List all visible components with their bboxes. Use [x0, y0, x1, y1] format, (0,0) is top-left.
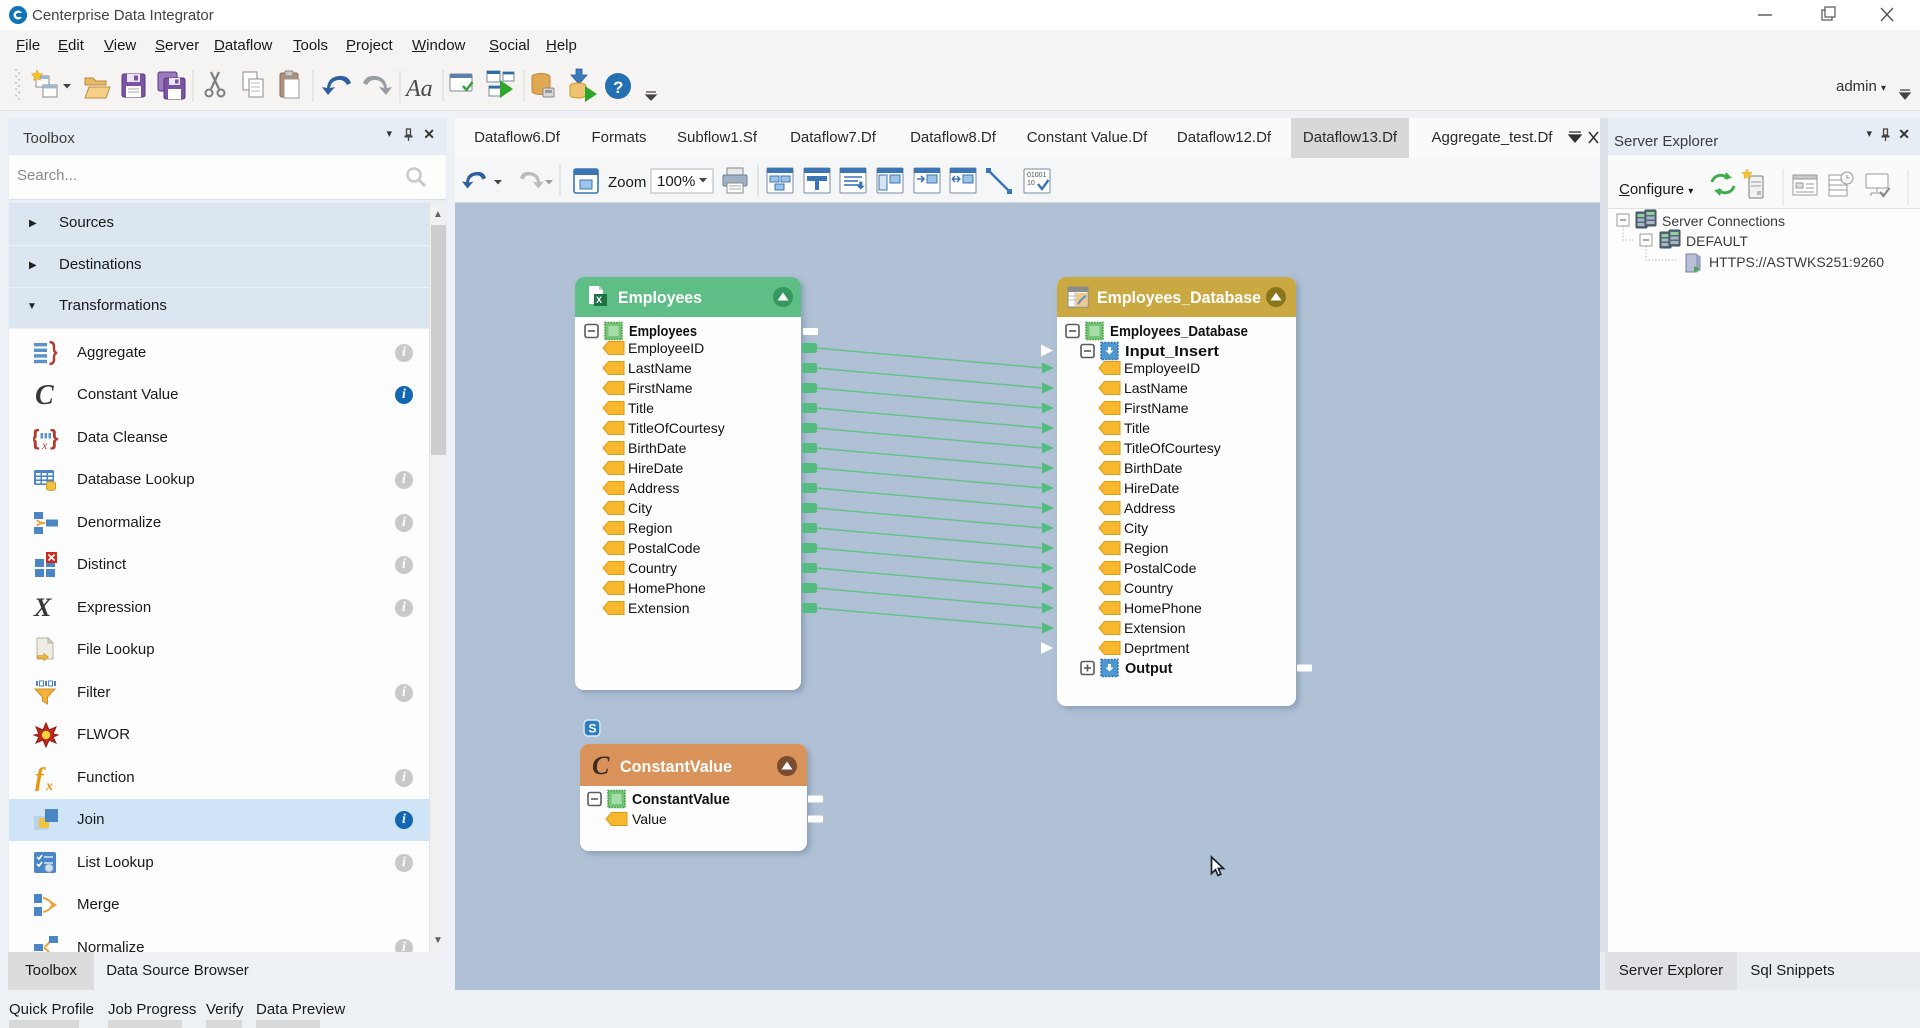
svg-text:Employees: Employees [629, 324, 697, 340]
svg-text:EmployeeID: EmployeeID [628, 340, 704, 356]
svg-text:ConstantValue: ConstantValue [632, 792, 730, 808]
svg-text:Region: Region [1124, 540, 1168, 556]
svg-text:Address: Address [628, 480, 679, 496]
svg-text:100%: 100% [657, 173, 695, 190]
svg-text:X: X [33, 595, 52, 621]
svg-text:x: x [41, 438, 48, 451]
svg-text:HTTPS://ASTWKS251:9260: HTTPS://ASTWKS251:9260 [1709, 254, 1884, 270]
svg-text:Extension: Extension [1124, 620, 1185, 636]
svg-text:Zoom: Zoom [608, 174, 646, 191]
svg-text:Deprtment: Deprtment [1124, 640, 1189, 656]
svg-text:{: { [33, 425, 40, 450]
svg-text:City: City [628, 500, 652, 516]
svg-text:HomePhone: HomePhone [628, 580, 706, 596]
svg-text:HireDate: HireDate [628, 460, 683, 476]
svg-text:PostalCode: PostalCode [1124, 560, 1197, 576]
svg-text:BirthDate: BirthDate [628, 440, 687, 456]
svg-text:Extension: Extension [628, 600, 689, 616]
svg-text:Input_Insert: Input_Insert [1125, 344, 1219, 360]
svg-text:City: City [1124, 520, 1148, 536]
svg-text:x: x [45, 779, 53, 791]
svg-text:Employees_Database: Employees_Database [1097, 289, 1261, 307]
svg-text:Employees_Database: Employees_Database [1110, 324, 1248, 340]
svg-text:LastName: LastName [1124, 380, 1188, 396]
svg-text:LastName: LastName [628, 360, 692, 376]
svg-text:Server Connections: Server Connections [1662, 213, 1785, 229]
svg-text:TitleOfCourtesy: TitleOfCourtesy [628, 420, 725, 436]
svg-text:HireDate: HireDate [1124, 480, 1179, 496]
svg-text:01001: 01001 [1027, 172, 1047, 179]
svg-text:DEFAULT: DEFAULT [1686, 233, 1748, 249]
svg-text:S: S [589, 722, 597, 736]
svg-text:Country: Country [1124, 580, 1173, 596]
svg-text:BirthDate: BirthDate [1124, 460, 1183, 476]
svg-text:Region: Region [628, 520, 672, 536]
svg-text:TitleOfCourtesy: TitleOfCourtesy [1124, 440, 1221, 456]
svg-text:10: 10 [1027, 180, 1035, 187]
svg-text:Value: Value [632, 811, 667, 827]
svg-text:FirstName: FirstName [628, 380, 693, 396]
svg-text:Output: Output [1125, 661, 1173, 677]
svg-text:EmployeeID: EmployeeID [1124, 360, 1200, 376]
svg-text:C: C [35, 382, 54, 408]
svg-text:f: f [35, 765, 46, 791]
svg-text:Aa: Aa [404, 76, 433, 102]
svg-text:ConstantValue: ConstantValue [620, 758, 732, 776]
svg-text:HomePhone: HomePhone [1124, 600, 1202, 616]
svg-text:PostalCode: PostalCode [628, 540, 701, 556]
svg-text:?: ? [613, 78, 623, 97]
svg-text:}: } [50, 425, 59, 450]
svg-text:Title: Title [1124, 420, 1150, 436]
svg-text:Address: Address [1124, 500, 1175, 516]
svg-text:X: X [596, 295, 602, 305]
svg-text:Employees: Employees [618, 289, 702, 307]
svg-text:Country: Country [628, 560, 677, 576]
svg-text:Title: Title [628, 400, 654, 416]
svg-text:C: C [592, 751, 610, 780]
svg-text:FirstName: FirstName [1124, 400, 1189, 416]
